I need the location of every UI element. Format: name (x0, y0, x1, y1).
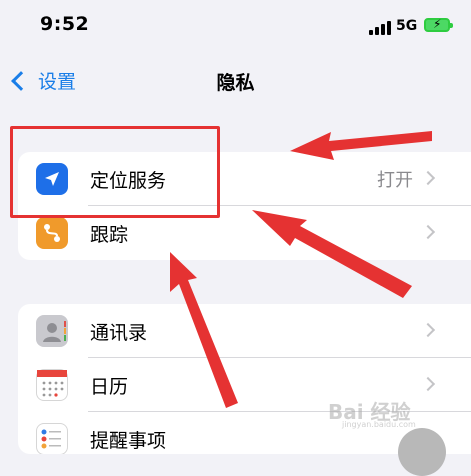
arrow-to-tracking (252, 210, 412, 298)
avatar (398, 428, 446, 476)
annotation-arrows (170, 131, 432, 408)
arrow-to-highlight (290, 131, 432, 160)
watermark-subtext: jingyan.baidu.com (342, 420, 416, 429)
arrow-from-bottom (170, 252, 238, 408)
